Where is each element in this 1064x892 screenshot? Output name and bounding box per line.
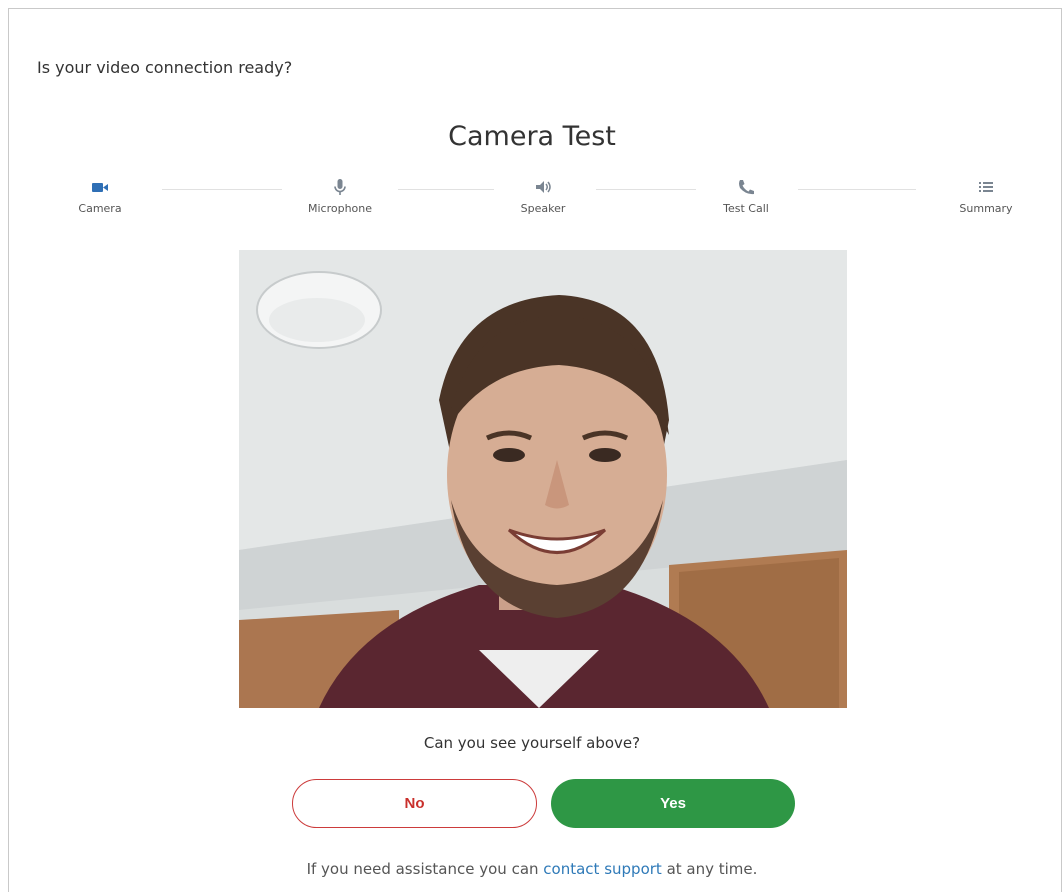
- speaker-icon: [483, 178, 603, 196]
- camera-icon: [40, 178, 160, 196]
- step-label: Speaker: [520, 202, 566, 215]
- assistance-suffix: at any time.: [661, 860, 758, 878]
- step-connector: [798, 189, 916, 190]
- confirmation-prompt: Can you see yourself above?: [423, 734, 641, 752]
- list-icon: [926, 178, 1046, 196]
- no-button[interactable]: No: [292, 779, 537, 828]
- contact-support-link[interactable]: contact support: [543, 860, 662, 878]
- step-label: Camera: [78, 202, 122, 215]
- setup-stepper: Camera Microphone Speaker Test Call Summ…: [0, 178, 1064, 228]
- assistance-prefix: If you need assistance you can: [306, 860, 544, 878]
- camera-preview: [239, 250, 847, 708]
- yes-button[interactable]: Yes: [551, 779, 795, 828]
- step-microphone[interactable]: Microphone: [280, 178, 400, 215]
- step-summary[interactable]: Summary: [926, 178, 1046, 215]
- step-test-call[interactable]: Test Call: [686, 178, 806, 215]
- connection-question: Is your video connection ready?: [37, 58, 293, 77]
- step-connector: [162, 189, 282, 190]
- phone-icon: [686, 178, 806, 196]
- camera-feed-image: [239, 250, 847, 708]
- step-label: Summary: [959, 202, 1013, 215]
- page-title: Camera Test: [448, 121, 616, 152]
- microphone-icon: [280, 178, 400, 196]
- assistance-text: If you need assistance you can contact s…: [0, 860, 1064, 878]
- step-connector: [398, 189, 494, 190]
- step-label: Microphone: [307, 202, 373, 215]
- step-speaker[interactable]: Speaker: [483, 178, 603, 215]
- step-camera[interactable]: Camera: [40, 178, 160, 215]
- step-label: Test Call: [723, 202, 769, 215]
- step-connector: [596, 189, 696, 190]
